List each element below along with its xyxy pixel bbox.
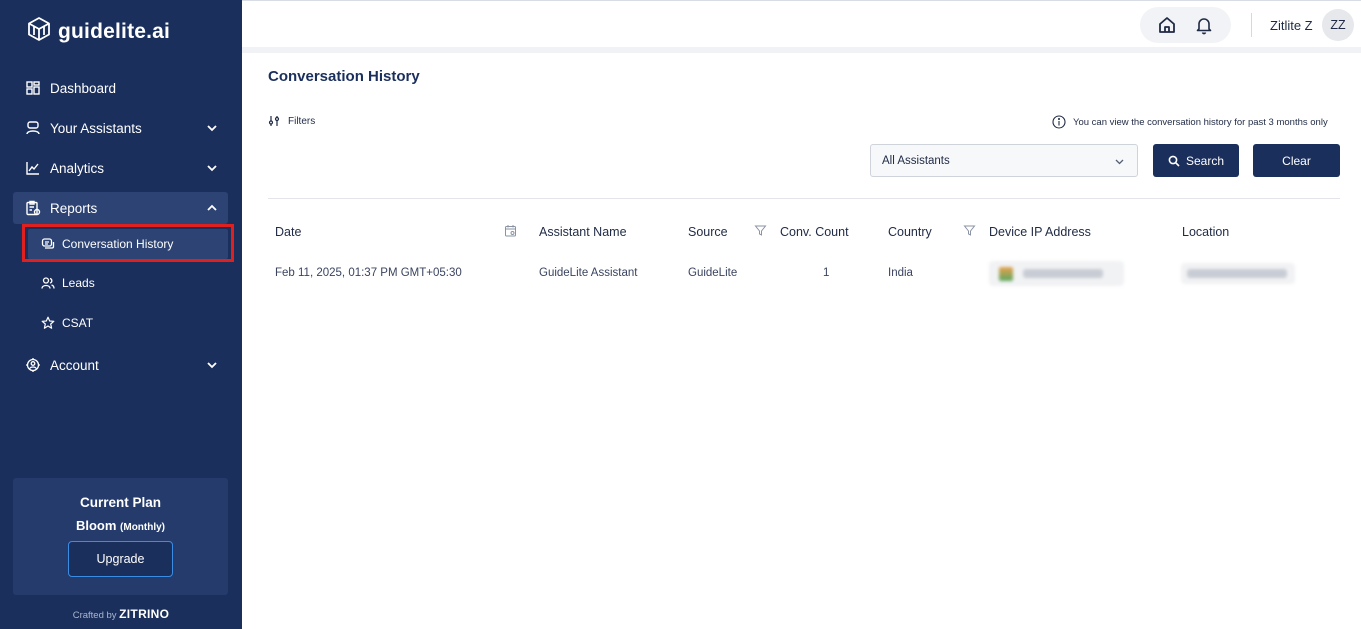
column-header-date: Date: [275, 225, 302, 239]
sidebar-item-reports[interactable]: Reports: [13, 192, 228, 224]
search-button[interactable]: Search: [1153, 144, 1239, 177]
sidebar: guidelite.ai Dashboard Your Assistants A…: [0, 0, 242, 629]
calendar-filter-icon[interactable]: [504, 224, 517, 237]
topbar: Zitlite Z ZZ: [242, 0, 1361, 47]
info-icon: [1052, 115, 1066, 129]
column-header-country: Country: [888, 225, 932, 239]
crafted-prefix: Crafted by: [72, 610, 117, 621]
cell-device-ip-redacted: [989, 261, 1124, 286]
chevron-down-icon: [207, 125, 217, 132]
cell-location-redacted: [1181, 263, 1295, 284]
sidebar-item-label: Account: [50, 357, 99, 373]
chevron-down-icon: [1115, 159, 1124, 165]
crafted-brand[interactable]: ZITRINO: [119, 607, 169, 621]
sidebar-item-your-assistants[interactable]: Your Assistants: [13, 112, 228, 144]
flag-icon: [999, 266, 1013, 281]
plan-name-label: Bloom: [75, 518, 117, 533]
cell-conv-count: 1: [823, 267, 830, 279]
funnel-filter-icon[interactable]: [754, 224, 767, 237]
topbar-separator: [242, 47, 1361, 53]
sidebar-item-label: Dashboard: [50, 80, 117, 96]
sidebar-subitem-leads[interactable]: Leads: [28, 268, 228, 298]
upgrade-button[interactable]: Upgrade: [68, 541, 173, 577]
search-button-label: Search: [1185, 153, 1225, 168]
cell-date: Feb 11, 2025, 01:37 PM GMT+05:30: [275, 267, 462, 279]
topbar-divider: [1251, 13, 1252, 37]
funnel-filter-icon[interactable]: [963, 224, 976, 237]
assistant-icon: [25, 120, 41, 136]
sidebar-subitem-csat[interactable]: CSAT: [28, 308, 228, 338]
info-note-text: You can view the conversation history fo…: [1073, 116, 1328, 128]
current-plan-card: Current Plan Bloom (Monthly) Upgrade: [13, 478, 228, 595]
sidebar-item-analytics[interactable]: Analytics: [13, 152, 228, 184]
account-gear-icon: [25, 357, 41, 373]
user-name[interactable]: Zitlite Z: [1270, 18, 1313, 33]
sidebar-item-label: Reports: [50, 200, 98, 216]
topbar-icon-group: [1140, 7, 1231, 43]
reports-icon: [25, 200, 41, 216]
brand-logo[interactable]: guidelite.ai: [26, 16, 170, 47]
plan-cycle: (Monthly): [120, 522, 166, 533]
chevron-down-icon: [207, 165, 217, 172]
users-icon: [41, 276, 55, 290]
sidebar-item-label: Your Assistants: [50, 120, 142, 136]
plan-name: Bloom (Monthly): [13, 518, 228, 533]
filter-sliders-icon: [268, 116, 280, 126]
crafted-by: Crafted by ZITRINO: [0, 607, 242, 621]
assistant-select[interactable]: All Assistants: [870, 144, 1138, 177]
cell-assistant-name: GuideLite Assistant: [539, 267, 638, 279]
assistant-select-value: All Assistants: [882, 154, 950, 167]
filter-divider: [268, 198, 1340, 199]
column-header-location: Location: [1182, 225, 1230, 239]
clear-button[interactable]: Clear: [1253, 144, 1340, 177]
column-header-assistant-name: Assistant Name: [539, 225, 627, 239]
dashboard-icon: [25, 80, 41, 96]
analytics-icon: [25, 160, 41, 176]
brand-name: guidelite.ai: [58, 19, 171, 43]
sidebar-item-account[interactable]: Account: [13, 349, 228, 381]
column-header-source: Source: [688, 225, 728, 239]
selection-highlight: [22, 224, 234, 262]
sidebar-subitem-label: CSAT: [62, 316, 94, 330]
column-header-conv-count: Conv. Count: [780, 225, 849, 239]
sidebar-subitem-label: Leads: [62, 276, 95, 290]
chevron-up-icon: [207, 204, 217, 211]
plan-title: Current Plan: [79, 495, 161, 510]
chevron-down-icon: [207, 362, 217, 369]
history-info-note: You can view the conversation history fo…: [1052, 115, 1328, 129]
sidebar-item-dashboard[interactable]: Dashboard: [13, 72, 228, 104]
filters-label: Filters: [288, 115, 316, 127]
home-icon[interactable]: [1157, 15, 1177, 35]
logo-icon: [26, 16, 52, 47]
star-icon: [41, 316, 55, 330]
column-header-device-ip: Device IP Address: [989, 225, 1091, 239]
cell-source: GuideLite: [688, 267, 738, 279]
filters-toggle[interactable]: Filters: [268, 115, 315, 127]
bell-icon[interactable]: [1194, 15, 1214, 35]
avatar[interactable]: ZZ: [1322, 9, 1354, 41]
cell-country: India: [888, 267, 913, 279]
page-title: Conversation History: [268, 68, 420, 85]
search-icon: [1168, 155, 1180, 167]
sidebar-item-label: Analytics: [50, 160, 105, 176]
